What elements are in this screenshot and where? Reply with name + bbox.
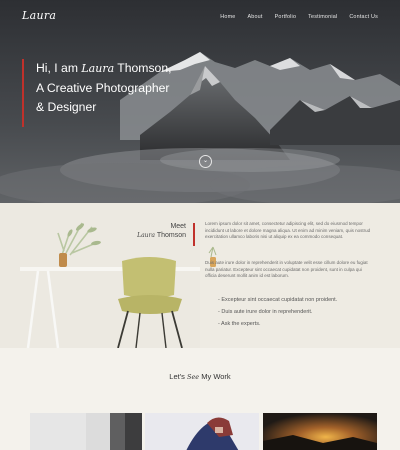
scroll-down-icon[interactable]: ⌄ [199, 155, 212, 168]
list-item: - Ask the experts. [218, 321, 261, 327]
meet-accent-bar [193, 223, 195, 246]
nav-contact-us[interactable]: Contact Us [349, 14, 378, 20]
meet-name: Laura Thomson [137, 232, 186, 239]
about-paragraph-2: Duis aute irure dolor in reprehenderit i… [205, 260, 368, 279]
brand-logo[interactable]: Laura [22, 9, 56, 22]
nav-home[interactable]: Home [220, 14, 235, 20]
list-item: - Duis aute irure dolor in reprehenderit… [218, 309, 313, 315]
meet-heading: Meet Laura Thomson [137, 223, 186, 239]
hero-banner: Laura Home About Portfolio Testimonial C… [0, 0, 400, 203]
work-section: Let's See My Work [0, 348, 400, 450]
nav-testimonial[interactable]: Testimonial [308, 14, 337, 20]
nav-portfolio[interactable]: Portfolio [275, 14, 297, 20]
hero-line-1: Hi, I am Laura Thomson, [22, 59, 222, 79]
portfolio-thumb-2[interactable] [145, 413, 259, 450]
meet-first-name: Laura [137, 232, 155, 239]
nav-about[interactable]: About [247, 14, 262, 20]
about-bullet-list: - Excepteur sint occaecat cupidatat non … [218, 294, 337, 330]
main-nav: Home About Portfolio Testimonial Contact… [220, 14, 378, 20]
hero-accent-bar [22, 59, 24, 127]
hero-line-2: A Creative Photographer [36, 80, 170, 95]
portfolio-thumb-3[interactable] [263, 413, 377, 450]
work-heading-suffix: My Work [199, 372, 231, 381]
about-section: Meet Laura Thomson Lorem ipsum dolor sit… [0, 203, 400, 348]
work-heading-script: See [187, 373, 200, 381]
work-heading-prefix: Let's [169, 372, 187, 381]
list-item: - Excepteur sint occaecat cupidatat non … [218, 297, 338, 303]
hero-name: Laura [81, 62, 115, 75]
meet-label: Meet [170, 223, 186, 230]
hero-greeting: Hi, I am [36, 61, 82, 75]
work-heading: Let's See My Work [0, 372, 400, 381]
hero-headline: Hi, I am Laura Thomson, A Creative Photo… [22, 59, 222, 127]
meet-surname: Thomson [155, 232, 186, 239]
hero-surname: Thomson, [114, 61, 172, 75]
hero-line-3: & Designer [36, 100, 97, 114]
portfolio-thumb-1[interactable] [30, 413, 142, 450]
about-paragraph-1: Lorem ipsum dolor sit amet, consectetur … [205, 221, 371, 240]
